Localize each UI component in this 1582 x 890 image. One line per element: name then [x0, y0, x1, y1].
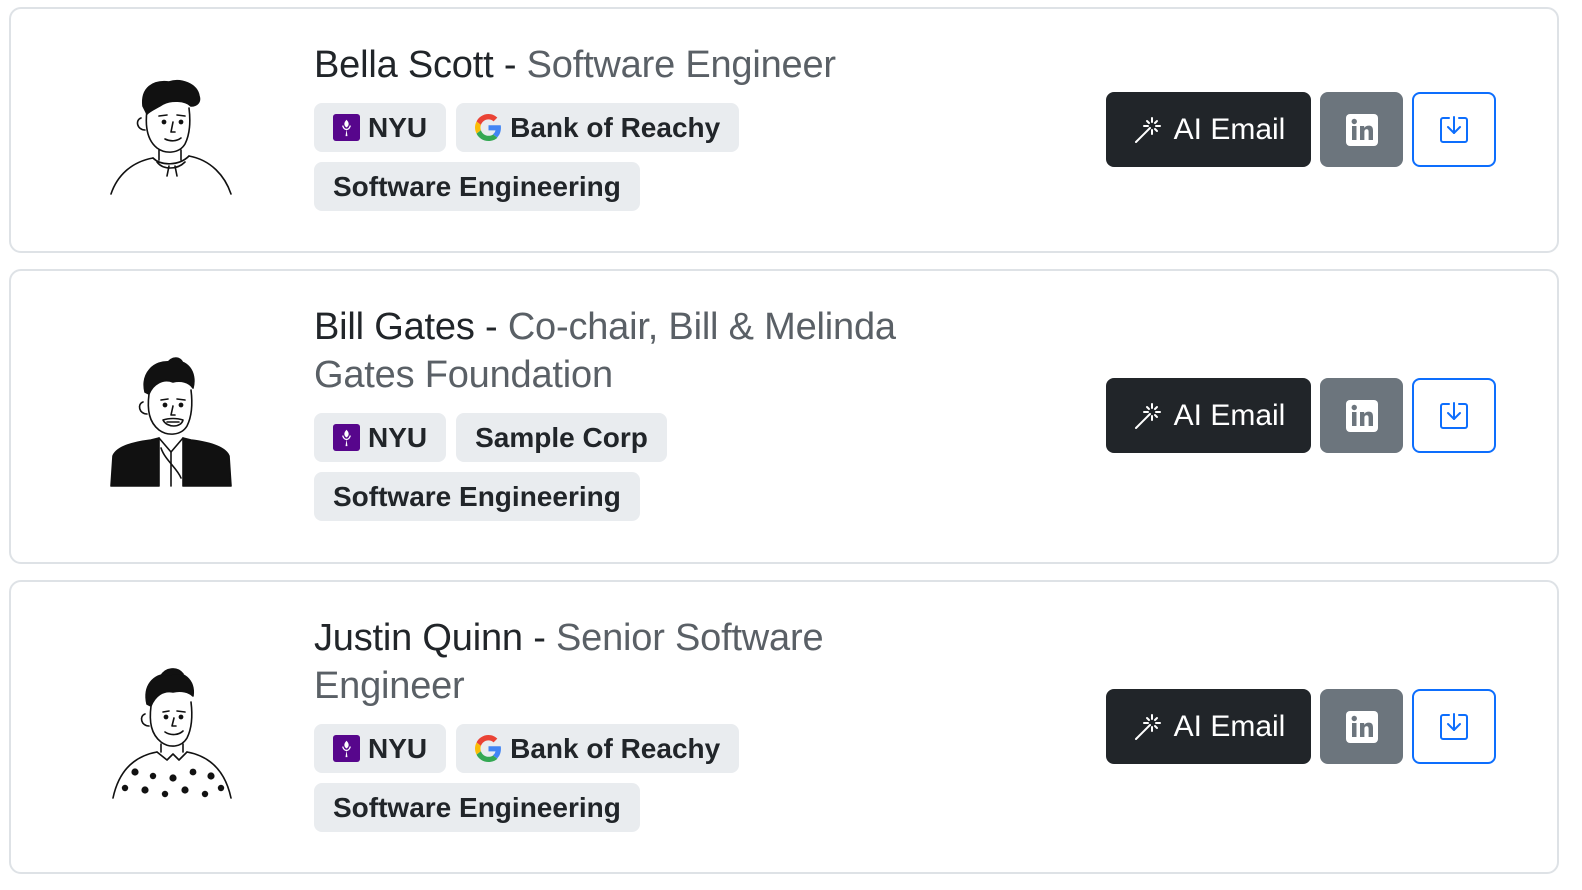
contact-info: Bill Gates - Co-chair, Bill & Melinda Ga… [314, 303, 974, 521]
contact-title: Software Engineer [526, 44, 836, 86]
nyu-torch-icon [333, 424, 360, 451]
linkedin-icon [1345, 113, 1378, 146]
name-separator: - [503, 44, 517, 86]
contact-card: Bill Gates - Co-chair, Bill & Melinda Ga… [9, 269, 1559, 564]
avatar [101, 66, 241, 206]
contact-heading: Justin Quinn - Senior Software Engineer [314, 614, 974, 710]
tag-school: NYU [314, 413, 447, 462]
ai-email-label: AI Email [1173, 112, 1286, 146]
tag-school: NYU [314, 103, 447, 152]
ai-email-button[interactable]: AI Email [1106, 92, 1311, 167]
linkedin-icon [1345, 399, 1378, 432]
tag-label: Sample Corp [475, 421, 648, 453]
tag-company: Sample Corp [456, 413, 667, 462]
tag-list: NYU Bank of Reachy Software Engineering [314, 103, 834, 211]
contact-info: Bella Scott - Software Engineer NYU Bank… [314, 41, 974, 211]
tag-label: Software Engineering [333, 170, 621, 202]
download-icon [1440, 712, 1468, 740]
tag-label: Software Engineering [333, 791, 621, 823]
tag-school: NYU [314, 724, 447, 773]
linkedin-icon [1345, 710, 1378, 743]
tag-label: Software Engineering [333, 480, 621, 512]
name-separator: - [533, 617, 546, 659]
contact-name: Bill Gates [314, 306, 475, 348]
linkedin-button[interactable] [1320, 378, 1403, 453]
download-button[interactable] [1412, 689, 1496, 764]
magic-wand-icon [1134, 116, 1161, 143]
contact-info: Justin Quinn - Senior Software Engineer … [314, 614, 974, 832]
action-buttons: AI Email [1106, 689, 1496, 764]
ai-email-label: AI Email [1173, 709, 1286, 743]
person-illustration-icon [110, 357, 232, 487]
google-g-icon [475, 735, 502, 762]
tag-company: Bank of Reachy [456, 724, 740, 773]
tag-label: Bank of Reachy [510, 732, 721, 764]
nyu-torch-icon [333, 114, 360, 141]
avatar [101, 348, 241, 488]
tag-company: Bank of Reachy [456, 103, 740, 152]
name-separator: - [484, 306, 498, 348]
nyu-torch-icon [333, 735, 360, 762]
magic-wand-icon [1134, 402, 1161, 429]
tag-label: NYU [368, 111, 428, 143]
tag-label: Bank of Reachy [510, 111, 721, 143]
tag-field: Software Engineering [314, 783, 640, 832]
person-illustration-icon [112, 668, 232, 799]
linkedin-button[interactable] [1320, 92, 1403, 167]
google-g-icon [475, 114, 502, 141]
tag-list: NYU Sample Corp Software Engineering [314, 413, 834, 521]
linkedin-button[interactable] [1320, 689, 1403, 764]
tag-field: Software Engineering [314, 472, 640, 521]
contact-heading: Bill Gates - Co-chair, Bill & Melinda Ga… [314, 303, 974, 399]
download-button[interactable] [1412, 378, 1496, 453]
contact-card: Justin Quinn - Senior Software Engineer … [9, 580, 1559, 874]
download-button[interactable] [1412, 92, 1496, 167]
action-buttons: AI Email [1106, 378, 1496, 453]
contact-heading: Bella Scott - Software Engineer [314, 41, 974, 89]
person-illustration-icon [110, 80, 232, 195]
tag-label: NYU [368, 421, 428, 453]
ai-email-label: AI Email [1173, 398, 1286, 432]
avatar [101, 660, 241, 800]
tag-list: NYU Bank of Reachy Software Engineering [314, 724, 834, 832]
contact-name: Bella Scott [314, 44, 494, 86]
action-buttons: AI Email [1106, 92, 1496, 167]
ai-email-button[interactable]: AI Email [1106, 378, 1311, 453]
download-icon [1440, 115, 1468, 143]
tag-field: Software Engineering [314, 162, 640, 211]
contact-card: Bella Scott - Software Engineer NYU Bank… [9, 7, 1559, 253]
tag-label: NYU [368, 732, 428, 764]
ai-email-button[interactable]: AI Email [1106, 689, 1311, 764]
download-icon [1440, 401, 1468, 429]
magic-wand-icon [1134, 713, 1161, 740]
contact-name: Justin Quinn [314, 617, 523, 659]
